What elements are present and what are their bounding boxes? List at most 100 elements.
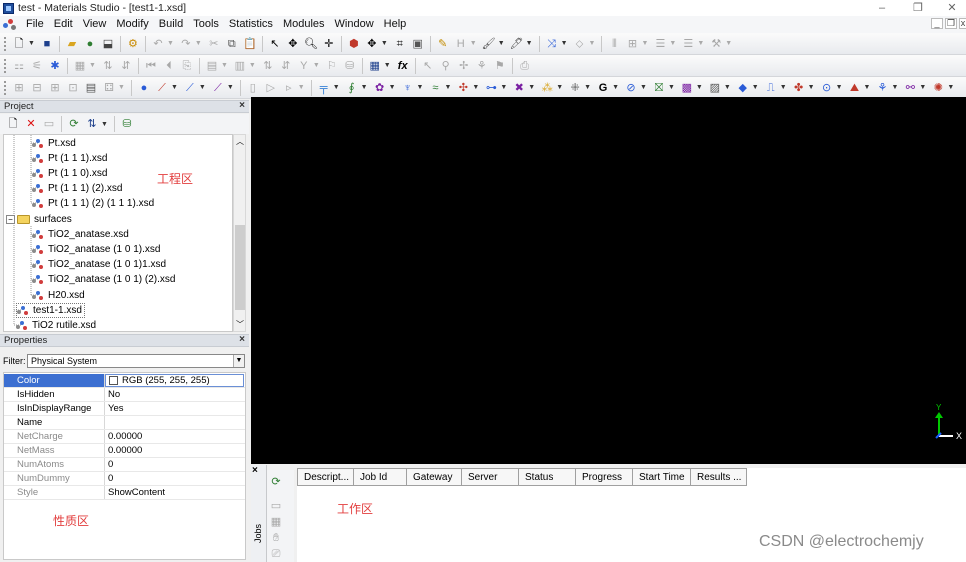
menu-modules[interactable]: Modules: [278, 16, 330, 33]
menu-statistics[interactable]: Statistics: [224, 16, 278, 33]
jobs-tab-label[interactable]: Jobs: [253, 524, 263, 543]
redo-icon[interactable]: ↷: [178, 36, 194, 52]
layout-icon[interactable]: ⚃: [101, 80, 117, 96]
restore-button[interactable]: ❐: [904, 0, 932, 16]
polymorph-icon[interactable]: ▩: [679, 80, 695, 96]
menu-edit[interactable]: Edit: [49, 16, 78, 33]
jobs-close-icon[interactable]: ×: [252, 465, 258, 476]
find-icon[interactable]: ⚟: [29, 58, 45, 74]
tile-2-icon[interactable]: ⊟: [29, 80, 45, 96]
sort-desc-icon[interactable]: ⇵: [118, 58, 134, 74]
collapse-icon[interactable]: −: [6, 215, 15, 224]
brush-icon[interactable]: 🖌︎: [481, 36, 497, 52]
fit-icon[interactable]: ⌗: [392, 36, 408, 52]
castep-icon[interactable]: ✣: [455, 80, 471, 96]
property-row[interactable]: Color RGB (255, 255, 255): [4, 374, 245, 388]
job-grid-icon[interactable]: ▦: [268, 514, 284, 530]
property-row[interactable]: NumAtoms 0: [4, 458, 245, 472]
settings-icon[interactable]: ▥: [232, 58, 248, 74]
grid-icon[interactable]: ⦀: [606, 36, 622, 52]
property-value[interactable]: Yes: [105, 402, 124, 415]
menu-view[interactable]: View: [78, 16, 112, 33]
tree-item[interactable]: Pt (1 1 1) (2) (1 1 1).xsd: [32, 196, 154, 211]
cut-icon[interactable]: ✂: [206, 36, 222, 52]
property-row[interactable]: NetCharge 0.00000: [4, 430, 245, 444]
scroll-down-icon[interactable]: ﹀: [236, 319, 244, 330]
property-value[interactable]: No: [105, 388, 120, 401]
tree-item[interactable]: TiO2_anatase (1 0 1).xsd: [32, 242, 160, 257]
tree-item[interactable]: TiO2_anatase (1 0 1) (2).xsd: [32, 272, 175, 287]
job-view-icon[interactable]: ⎚: [268, 546, 284, 562]
property-row[interactable]: IsHidden No: [4, 388, 245, 402]
color-swatch[interactable]: [109, 376, 118, 385]
copy-icon[interactable]: ⧉: [224, 36, 240, 52]
menu-tools[interactable]: Tools: [188, 16, 224, 33]
properties-icon[interactable]: ⚙: [125, 36, 141, 52]
delete-icon[interactable]: ✕: [23, 116, 39, 132]
zoom-icon[interactable]: 🔍︎: [303, 36, 319, 52]
open-folder-icon[interactable]: ▰: [64, 36, 80, 52]
symmetry-icon[interactable]: ⤨: [544, 36, 560, 52]
conformers-icon[interactable]: ⊶: [483, 80, 499, 96]
job-file-icon[interactable]: ▭: [268, 498, 284, 514]
optics-icon[interactable]: ⚯: [902, 80, 918, 96]
column-header[interactable]: Descript...: [297, 468, 354, 486]
vamp-icon[interactable]: ▨: [707, 80, 723, 96]
bond-3-icon[interactable]: ⟋: [210, 80, 226, 96]
column-header[interactable]: Results ...: [691, 468, 747, 486]
bars-icon[interactable]: ▤: [204, 58, 220, 74]
tree-item[interactable]: Pt (1 1 1).xsd: [32, 151, 107, 166]
menu-build[interactable]: Build: [154, 16, 188, 33]
tile-3-icon[interactable]: ⊞: [47, 80, 63, 96]
adsorption-icon[interactable]: ✖: [511, 80, 527, 96]
toolbar-grip[interactable]: [4, 80, 7, 95]
properties-close-icon[interactable]: ×: [239, 334, 245, 345]
window-icon[interactable]: ▤: [83, 80, 99, 96]
flag-icon[interactable]: ⚐: [324, 58, 340, 74]
column-header[interactable]: Start Time: [633, 468, 691, 486]
scroll-up-icon[interactable]: ︿: [236, 136, 244, 147]
tree-item-active[interactable]: test1-1.xsd: [16, 303, 85, 318]
property-row[interactable]: NetMass 0.00000: [4, 444, 245, 458]
gulp-icon[interactable]: ⁜: [567, 80, 583, 96]
phonon-icon[interactable]: ∮: [344, 80, 360, 96]
forward-icon[interactable]: ▹: [281, 80, 297, 96]
chevron-down-icon[interactable]: ▼: [233, 355, 244, 367]
bond-icon[interactable]: ⟋: [154, 80, 170, 96]
blends-icon[interactable]: ✤: [791, 80, 807, 96]
import-icon[interactable]: ●: [82, 36, 98, 52]
refresh-icon[interactable]: ⟳: [268, 474, 284, 490]
3d-viewer[interactable]: Y X: [251, 97, 966, 464]
reset-view-icon[interactable]: ✥: [364, 36, 380, 52]
graph-icon[interactable]: ✱: [47, 58, 63, 74]
tree-icon[interactable]: ⚘: [474, 58, 490, 74]
mesocite-icon[interactable]: ≈: [427, 80, 443, 96]
select-arrow-icon[interactable]: ↖: [267, 36, 283, 52]
move-icon[interactable]: ✢: [456, 58, 472, 74]
column-header[interactable]: Server: [462, 468, 519, 486]
project-close-icon[interactable]: ×: [239, 100, 245, 111]
property-row[interactable]: NumDummy 0: [4, 472, 245, 486]
first-icon[interactable]: ⏮: [143, 58, 159, 74]
mdi-minimize-button[interactable]: _: [931, 18, 943, 29]
refresh-icon[interactable]: ⟳: [66, 116, 82, 132]
spectra-icon[interactable]: ✺: [930, 80, 946, 96]
mdi-close-button[interactable]: x: [959, 18, 966, 29]
chart-icon[interactable]: ☰: [680, 36, 696, 52]
menu-file[interactable]: File: [21, 16, 49, 33]
toolbar-grip[interactable]: [4, 36, 7, 51]
atom-icon[interactable]: ●: [136, 80, 152, 96]
menu-icon[interactable]: ☰: [652, 36, 668, 52]
undo-icon[interactable]: ↶: [150, 36, 166, 52]
tile-4-icon[interactable]: ⊡: [65, 80, 81, 96]
function-icon[interactable]: fx: [395, 58, 411, 74]
new-file-icon[interactable]: 🗋: [11, 36, 27, 52]
link-icon[interactable]: ⎘: [179, 58, 195, 74]
column-header[interactable]: Gateway: [407, 468, 462, 486]
reflex-icon[interactable]: ⛝: [651, 80, 667, 96]
tree-item[interactable]: Pt (1 1 0).xsd: [32, 166, 107, 181]
prev-icon[interactable]: ⏴: [161, 58, 177, 74]
tree-item[interactable]: Pt.xsd: [32, 136, 76, 151]
tree-item[interactable]: TiO2 rutile.xsd: [16, 318, 96, 331]
menu-modify[interactable]: Modify: [111, 16, 153, 33]
